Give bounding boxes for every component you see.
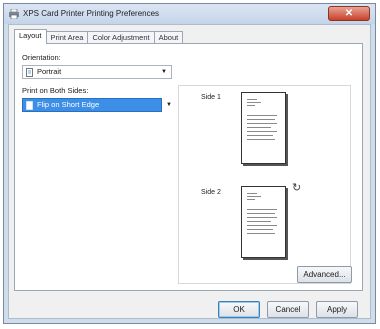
- side-1-label: Side 1: [201, 94, 221, 101]
- side-2-label: Side 2: [201, 189, 221, 196]
- rotate-icon: ↻: [292, 182, 302, 194]
- advanced-button[interactable]: Advanced...: [297, 266, 352, 283]
- orientation-label: Orientation:: [22, 53, 61, 62]
- layout-tab-panel: Orientation: Portrait ▼ Print on Both Si…: [14, 43, 363, 291]
- both-sides-value: Flip on Short Edge: [37, 100, 100, 109]
- ok-button[interactable]: OK: [218, 301, 260, 318]
- dialog-client-area: Layout Print Area Color Adjustment About…: [8, 24, 371, 319]
- chevron-down-icon[interactable]: ▼: [166, 102, 172, 108]
- chevron-down-icon: ▼: [161, 69, 167, 75]
- tab-layout[interactable]: Layout: [14, 29, 47, 44]
- printing-preferences-dialog: XPS Card Printer Printing Preferences ✕ …: [3, 3, 376, 324]
- apply-button[interactable]: Apply: [316, 301, 358, 318]
- portrait-page-icon: [26, 68, 33, 77]
- title-bar[interactable]: XPS Card Printer Printing Preferences ✕: [4, 4, 375, 24]
- window-title: XPS Card Printer Printing Preferences: [23, 9, 160, 18]
- flip-short-edge-icon: [26, 101, 33, 110]
- close-icon: ✕: [344, 8, 354, 19]
- both-sides-label: Print on Both Sides:: [22, 86, 89, 95]
- tab-strip: Layout Print Area Color Adjustment About: [14, 29, 184, 44]
- both-sides-dropdown[interactable]: Flip on Short Edge: [22, 98, 162, 112]
- close-button[interactable]: ✕: [328, 6, 370, 21]
- printer-icon: [9, 9, 19, 19]
- side-2-page-preview: [241, 186, 286, 258]
- duplex-preview: Side 1 Side 2 ↻: [178, 85, 351, 284]
- orientation-value: Portrait: [37, 67, 62, 76]
- orientation-dropdown[interactable]: Portrait ▼: [22, 65, 172, 79]
- cancel-button[interactable]: Cancel: [267, 301, 309, 318]
- side-1-page-preview: [241, 92, 286, 164]
